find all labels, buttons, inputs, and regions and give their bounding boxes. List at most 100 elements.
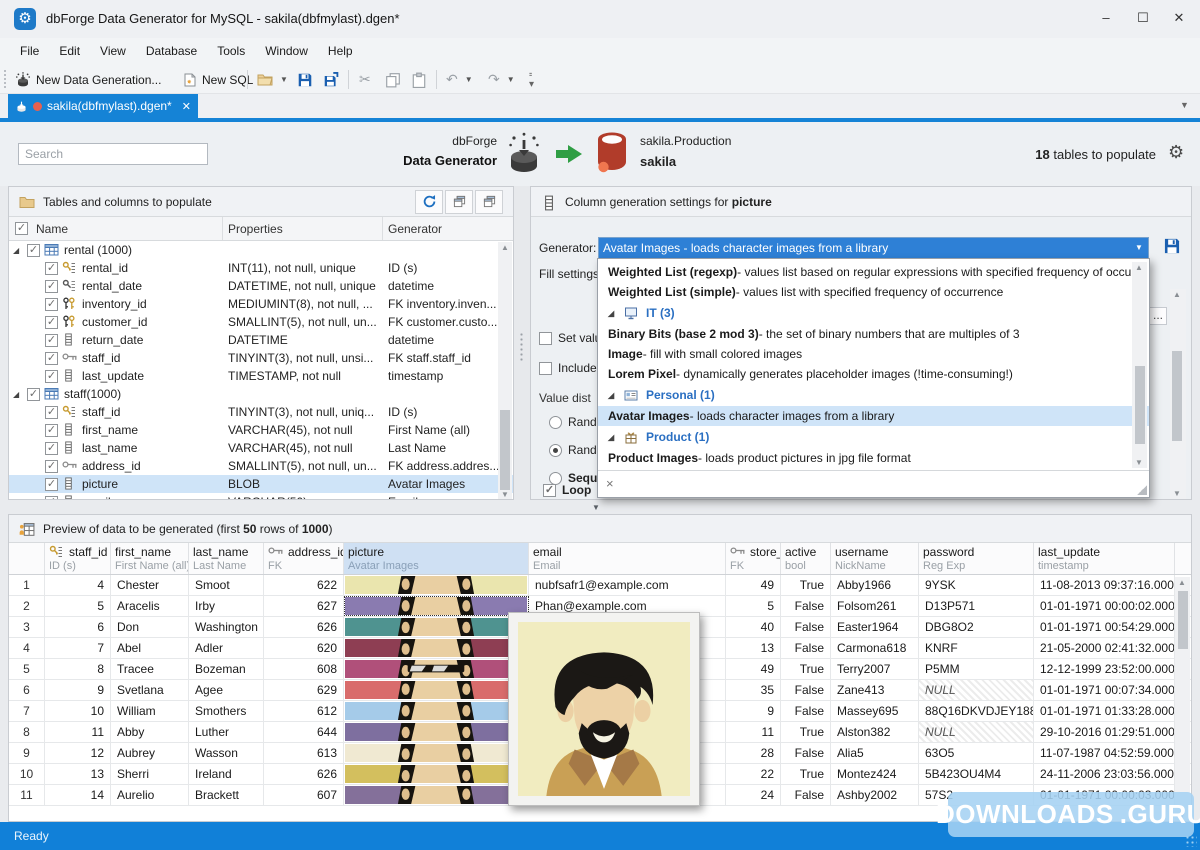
open-button[interactable]: ▼: [252, 68, 295, 91]
preview-row[interactable]: 14ChesterSmoot622 nubfsafr1@example.com4…: [9, 575, 1191, 596]
cell-staff_id[interactable]: 7: [45, 638, 111, 658]
cell-last_update[interactable]: 24-11-2006 23:03:56.000: [1034, 764, 1175, 784]
cell-username[interactable]: Zane413: [831, 680, 919, 700]
menu-item-edit[interactable]: Edit: [49, 38, 90, 65]
row-checkbox[interactable]: ✓: [45, 352, 58, 365]
close-button[interactable]: ✕: [1163, 6, 1195, 30]
cell-last_update[interactable]: 29-10-2016 01:29:51.000: [1034, 722, 1175, 742]
cell-rownum[interactable]: 6: [9, 680, 45, 700]
row-checkbox[interactable]: ✓: [27, 244, 40, 257]
cell-store_id[interactable]: 24: [726, 785, 781, 805]
tree-column-row[interactable]: ✓inventory_idMEDIUMINT(8), not null, ...…: [9, 295, 513, 313]
dropdown-item[interactable]: Image - fill with small colored images: [598, 344, 1149, 364]
cell-last_update[interactable]: 01-01-1971 00:54:29.000: [1034, 617, 1175, 637]
document-tab[interactable]: sakila(dbfmylast).dgen* ✕: [8, 94, 198, 118]
preview-col-header-active[interactable]: activebool: [781, 543, 831, 574]
cell-store_id[interactable]: 5: [726, 596, 781, 616]
toolbar-grip[interactable]: [3, 69, 7, 89]
cell-rownum[interactable]: 8: [9, 722, 45, 742]
cell-last_name[interactable]: Washington: [189, 617, 264, 637]
cell-last_update[interactable]: 12-12-1999 23:52:00.000: [1034, 659, 1175, 679]
preview-col-header-first_name[interactable]: first_nameFirst Name (all): [111, 543, 189, 574]
copy-button[interactable]: [380, 68, 406, 91]
group-expander-icon[interactable]: ◢: [608, 433, 618, 442]
cell-last_update[interactable]: 01-01-1971 00:00:02.000: [1034, 596, 1175, 616]
picture-cell[interactable]: [344, 638, 529, 658]
preview-col-header-staff_id[interactable]: staff_idID (s): [45, 543, 111, 574]
preview-col-header-address_id[interactable]: address_idFK: [264, 543, 344, 574]
row-checkbox[interactable]: ✓: [45, 316, 58, 329]
vertical-splitter[interactable]: [514, 186, 530, 500]
scroll-thumb[interactable]: [500, 410, 510, 490]
picture-cell[interactable]: [344, 701, 529, 721]
cell-active[interactable]: True: [781, 722, 831, 742]
settings-gear-icon[interactable]: ⚙: [1168, 142, 1184, 163]
cell-address_id[interactable]: 626: [264, 617, 344, 637]
cell-first_name[interactable]: Aracelis: [111, 596, 189, 616]
cell-username[interactable]: Carmona618: [831, 638, 919, 658]
dropdown-item[interactable]: Weighted List (regexp) - values list bas…: [598, 262, 1149, 282]
radio-button[interactable]: [549, 416, 562, 429]
search-input[interactable]: [18, 143, 208, 165]
scroll-thumb[interactable]: [1172, 351, 1182, 441]
cell-username[interactable]: Ashby2002: [831, 785, 919, 805]
cell-staff_id[interactable]: 9: [45, 680, 111, 700]
cell-password[interactable]: DBG8O2: [919, 617, 1034, 637]
scroll-down-arrow[interactable]: ▼: [1132, 458, 1146, 467]
tree-column-row[interactable]: ✓staff_idTINYINT(3), not null, unsi...FK…: [9, 349, 513, 367]
cell-first_name[interactable]: Chester: [111, 575, 189, 595]
dropdown-close-icon[interactable]: ×: [606, 476, 614, 491]
cell-username[interactable]: Alston382: [831, 722, 919, 742]
scroll-up-arrow[interactable]: ▲: [1175, 578, 1189, 587]
cell-rownum[interactable]: 10: [9, 764, 45, 784]
cell-password[interactable]: 9YSK: [919, 575, 1034, 595]
preview-col-header-username[interactable]: usernameNickName: [831, 543, 919, 574]
row-checkbox[interactable]: ✓: [45, 442, 58, 455]
picture-cell[interactable]: [344, 575, 529, 595]
cell-staff_id[interactable]: 5: [45, 596, 111, 616]
cell-first_name[interactable]: William: [111, 701, 189, 721]
preview-col-header-password[interactable]: passwordReg Exp: [919, 543, 1034, 574]
row-checkbox[interactable]: ✓: [45, 370, 58, 383]
generator-combobox[interactable]: Avatar Images - loads character images f…: [598, 237, 1149, 259]
picture-cell[interactable]: [344, 722, 529, 742]
picture-cell[interactable]: [344, 743, 529, 763]
cell-address_id[interactable]: 613: [264, 743, 344, 763]
cell-rownum[interactable]: 7: [9, 701, 45, 721]
cell-password[interactable]: NULL: [919, 722, 1034, 742]
dropdown-item[interactable]: Weighted List (simple) - values list wit…: [598, 282, 1149, 302]
redo-button[interactable]: ↷▼: [483, 68, 522, 91]
cell-store_id[interactable]: 13: [726, 638, 781, 658]
checkbox-checked[interactable]: ✓: [543, 484, 556, 497]
menu-item-file[interactable]: File: [10, 38, 49, 65]
row-checkbox[interactable]: ✓: [45, 280, 58, 293]
dropdown-resize-grip[interactable]: [1137, 485, 1147, 495]
minimize-button[interactable]: –: [1090, 6, 1122, 30]
cell-last_update[interactable]: 21-05-2000 02:41:32.000: [1034, 638, 1175, 658]
tree-column-row[interactable]: ✓emailVARCHAR(50)Email: [9, 493, 513, 500]
cell-first_name[interactable]: Aurelio: [111, 785, 189, 805]
cell-address_id[interactable]: 622: [264, 575, 344, 595]
tree-column-row[interactable]: ✓staff_idTINYINT(3), not null, uniq...ID…: [9, 403, 513, 421]
cell-username[interactable]: Abby1966: [831, 575, 919, 595]
dropdown-item[interactable]: Binary Bits (base 2 mod 3) - the set of …: [598, 324, 1149, 344]
set-value-checkbox-row[interactable]: Set valu: [539, 331, 601, 345]
checkbox[interactable]: [539, 362, 552, 375]
cell-address_id[interactable]: 620: [264, 638, 344, 658]
menu-item-database[interactable]: Database: [136, 38, 207, 65]
cell-last_name[interactable]: Agee: [189, 680, 264, 700]
checkbox[interactable]: [539, 332, 552, 345]
cell-rownum[interactable]: 3: [9, 617, 45, 637]
cell-rownum[interactable]: 9: [9, 743, 45, 763]
tree-expander-icon[interactable]: ◢: [13, 390, 23, 399]
cell-last_name[interactable]: Smothers: [189, 701, 264, 721]
collapse-chevron-icon[interactable]: ▼: [592, 503, 600, 512]
cell-store_id[interactable]: 49: [726, 659, 781, 679]
tree-column-row[interactable]: ✓return_dateDATETIMEdatetime: [9, 331, 513, 349]
random-radio-row[interactable]: Rando: [549, 415, 603, 429]
dropdown-item[interactable]: Product Images - loads product pictures …: [598, 448, 1149, 468]
row-checkbox[interactable]: ✓: [45, 262, 58, 275]
cell-last_update[interactable]: 01-01-1971 01:33:28.000: [1034, 701, 1175, 721]
refresh-button[interactable]: [415, 190, 443, 214]
row-checkbox[interactable]: ✓: [45, 460, 58, 473]
